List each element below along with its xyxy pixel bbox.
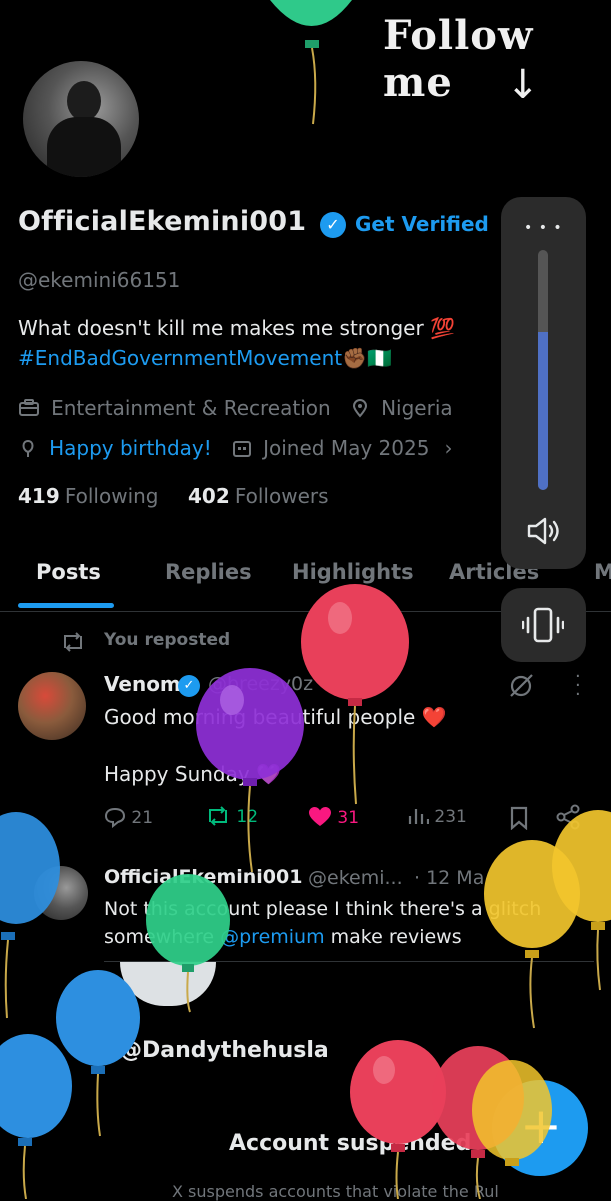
balloons-overlay <box>0 0 611 1199</box>
balloon-blue-mid <box>56 970 140 1137</box>
balloon-blue-left-2 <box>0 1034 72 1199</box>
balloon-purple <box>196 668 304 873</box>
balloon-red-2 <box>350 1040 446 1199</box>
balloon-blue-left-1 <box>0 812 60 1019</box>
balloon-green-mid <box>146 874 230 1013</box>
balloon-green-top <box>270 0 352 125</box>
balloon-red-1 <box>301 584 409 805</box>
